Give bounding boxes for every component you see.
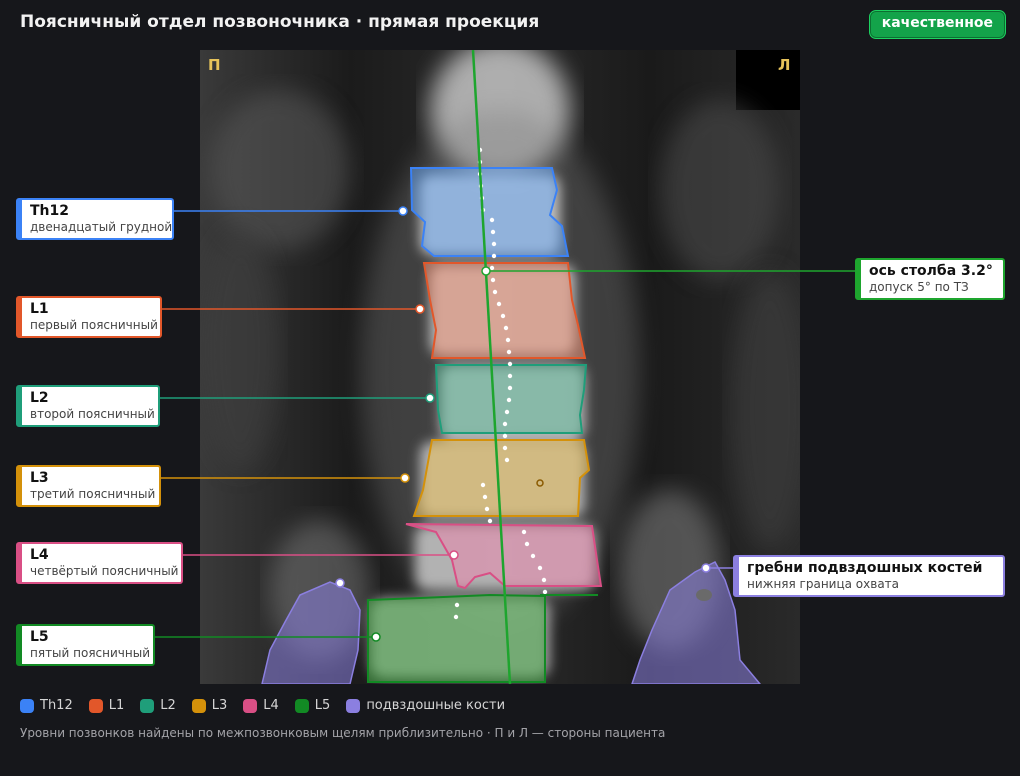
legend-label: L3: [211, 698, 228, 713]
legend: Th12 L1 L2 L3 L4 L5 подвздошные кости: [20, 698, 505, 713]
axis-name: ось столба 3.2°: [869, 263, 993, 279]
l1-anchor: [415, 304, 425, 314]
legend-swatch: [88, 698, 103, 713]
vertebra-name: L1: [30, 301, 49, 317]
xray-image: [200, 50, 800, 684]
axis-anchor: [481, 266, 491, 276]
legend-swatch: [140, 698, 155, 713]
legend-label: подвздошные кости: [366, 698, 506, 713]
iliac-label: гребни подвздошных костей нижняя граница…: [733, 555, 1005, 597]
l5-region: [367, 593, 546, 683]
legend-label: L4: [263, 698, 279, 713]
legend-swatch: [20, 698, 34, 713]
legend-item-l5: L5: [294, 698, 331, 713]
vertebra-label-l3: L3 третий поясничный: [16, 465, 161, 507]
iliac-anchor-left: [335, 578, 345, 588]
l5-anchor: [371, 632, 381, 642]
vertebra-desc: второй поясничный: [30, 407, 155, 421]
iliac-desc: нижняя граница охвата: [747, 577, 900, 591]
vertebra-desc: четвёртый поясничный: [30, 564, 179, 578]
legend-swatch: [243, 698, 258, 713]
l1-region: [422, 262, 587, 359]
legend-label: Th12: [40, 698, 73, 713]
legend-swatch: [294, 698, 309, 713]
vertebra-name: L4: [30, 547, 49, 563]
vertebra-desc: двенадцатый грудной: [30, 220, 173, 234]
legend-label: L5: [314, 698, 331, 713]
th12-region: [409, 167, 570, 257]
l3-anchor: [400, 473, 410, 483]
vertebra-desc: третий поясничный: [30, 487, 156, 501]
vertebra-label-l4: L4 четвёртый поясничный: [16, 542, 183, 584]
vertebra-label-l5: L5 пятый поясничный: [16, 624, 155, 666]
footer-note: Уровни позвонков найдены по межпозвонков…: [20, 726, 666, 740]
l3-region: [412, 439, 591, 517]
vertebra-desc: первый поясничный: [30, 318, 158, 332]
l2-anchor: [425, 393, 435, 403]
legend-item-l1: L1: [88, 698, 125, 713]
side-marker-right: П: [208, 56, 221, 74]
axis-label: ось столба 3.2° допуск 5° по ТЗ: [855, 258, 1005, 300]
side-marker-left: Л: [778, 56, 791, 74]
vertebra-name: L3: [30, 470, 49, 486]
vertebra-name: L5: [30, 629, 49, 645]
legend-item-l3: L3: [191, 698, 228, 713]
legend-item-l2: L2: [140, 698, 176, 713]
iliac-name: гребни подвздошных костей: [747, 560, 983, 576]
vertebra-name: Th12: [30, 203, 69, 219]
vertebra-desc: пятый поясничный: [30, 646, 150, 660]
axis-desc: допуск 5° по ТЗ: [869, 280, 969, 294]
l4-anchor: [449, 550, 459, 560]
th12-anchor: [398, 206, 408, 216]
legend-label: L1: [108, 698, 125, 713]
legend-swatch: [346, 698, 361, 713]
vertebra-label-th12: Th12 двенадцатый грудной: [16, 198, 174, 240]
vertebra-name: L2: [30, 390, 49, 406]
legend-item-iliac: подвздошные кости: [346, 698, 505, 713]
quality-badge: качественное: [868, 10, 1006, 39]
vertebra-label-l1: L1 первый поясничный: [16, 296, 162, 338]
legend-item-th12: Th12: [20, 698, 73, 713]
legend-item-l4: L4: [243, 698, 279, 713]
legend-label: L2: [160, 698, 176, 713]
page-title: Поясничный отдел позвоночника · прямая п…: [20, 12, 540, 32]
iliac-anchor-right: [701, 563, 711, 573]
legend-swatch: [191, 698, 206, 713]
vertebra-label-l2: L2 второй поясничный: [16, 385, 160, 427]
